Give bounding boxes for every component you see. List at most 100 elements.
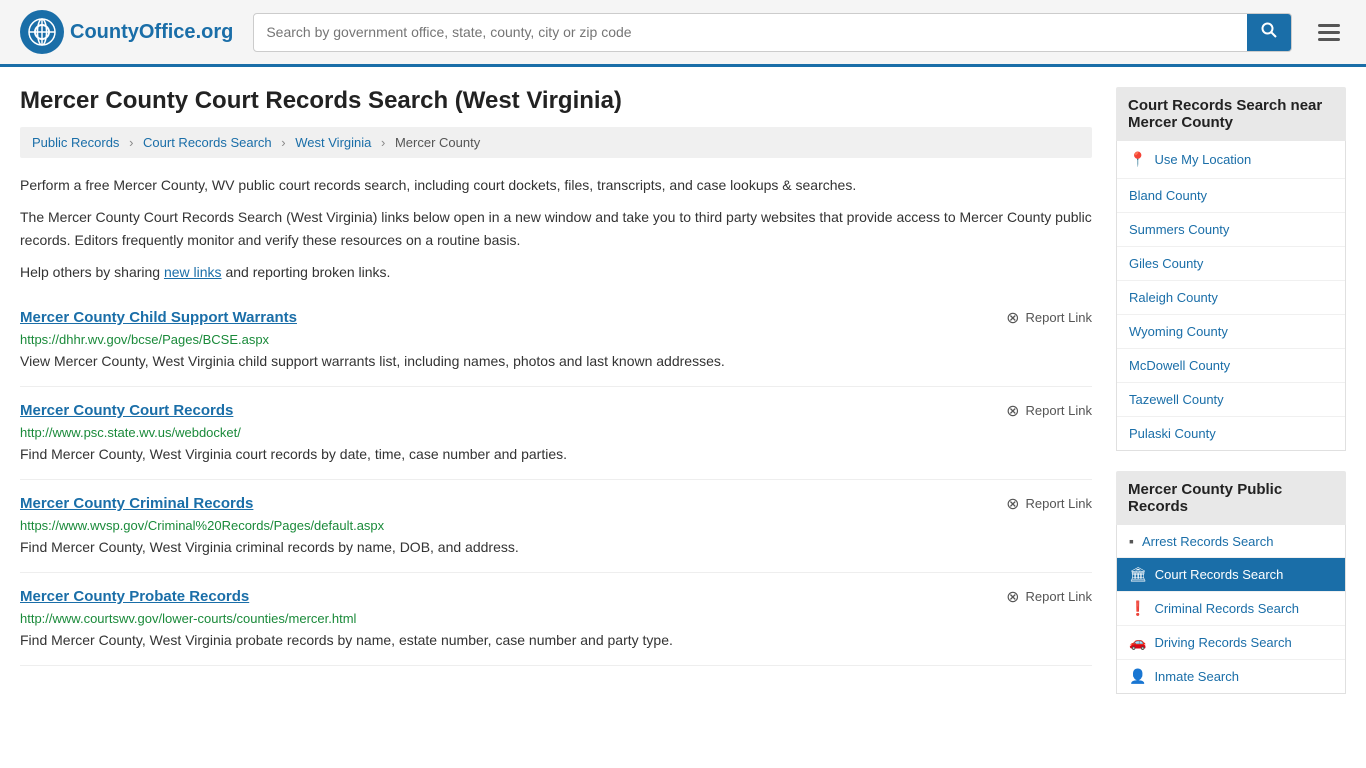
public-records-item[interactable]: 👤 Inmate Search (1117, 660, 1345, 693)
nearby-counties-items: Bland County Summers County Giles County Ra… (1117, 179, 1345, 450)
record-description: Find Mercer County, West Virginia crimin… (20, 537, 1092, 558)
record-title[interactable]: Mercer County Child Support Warrants (20, 309, 297, 326)
record-url[interactable]: https://dhhr.wv.gov/bcse/Pages/BCSE.aspx (20, 332, 1092, 347)
report-label: Report Link (1026, 589, 1092, 604)
record-url[interactable]: https://www.wvsp.gov/Criminal%20Records/… (20, 518, 1092, 533)
nearby-county-item[interactable]: Summers County (1117, 213, 1345, 247)
breadcrumb: Public Records › Court Records Search › … (20, 127, 1092, 158)
use-my-location[interactable]: 📍 Use My Location (1117, 141, 1345, 179)
record-type-icon: ▪ (1129, 533, 1134, 549)
record-type-label: Driving Records Search (1154, 635, 1291, 650)
record-type-icon: 👤 (1129, 668, 1146, 685)
nearby-county-link[interactable]: Raleigh County (1129, 290, 1218, 305)
public-records-list: ▪ Arrest Records Search 🏛 Court Records … (1116, 525, 1346, 694)
description-1: Perform a free Mercer County, WV public … (20, 174, 1092, 196)
nearby-county-link[interactable]: Tazewell County (1129, 392, 1224, 407)
public-records-item[interactable]: ❗ Criminal Records Search (1117, 592, 1345, 626)
menu-line (1318, 31, 1340, 34)
search-button[interactable] (1247, 14, 1291, 51)
nearby-county-link[interactable]: Giles County (1129, 256, 1203, 271)
nearby-county-item[interactable]: Giles County (1117, 247, 1345, 281)
page-content: Mercer County Court Records Search (West… (0, 67, 1366, 734)
report-icon: ⊗ (1006, 587, 1019, 607)
breadcrumb-separator: › (381, 135, 385, 150)
public-records-section: Mercer County Public Records ▪ Arrest Re… (1116, 471, 1346, 694)
record-description: Find Mercer County, West Virginia court … (20, 444, 1092, 465)
record-header: Mercer County Criminal Records ⊗ Report … (20, 494, 1092, 514)
logo-text: CountyOffice.org (70, 21, 233, 44)
menu-line (1318, 24, 1340, 27)
report-link-button[interactable]: ⊗ Report Link (1006, 494, 1092, 514)
nearby-counties-header: Court Records Search near Mercer County (1116, 87, 1346, 141)
nearby-counties-section: Court Records Search near Mercer County … (1116, 87, 1346, 451)
record-type-label: Court Records Search (1155, 567, 1284, 582)
breadcrumb-public-records[interactable]: Public Records (32, 135, 119, 150)
breadcrumb-court-records[interactable]: Court Records Search (143, 135, 272, 150)
public-records-item[interactable]: 🏛 Court Records Search (1117, 558, 1345, 592)
report-link-button[interactable]: ⊗ Report Link (1006, 587, 1092, 607)
breadcrumb-separator: › (281, 135, 285, 150)
use-location-link[interactable]: Use My Location (1154, 152, 1251, 167)
record-description: Find Mercer County, West Virginia probat… (20, 630, 1092, 651)
report-label: Report Link (1026, 310, 1092, 325)
nearby-county-link[interactable]: Bland County (1129, 188, 1207, 203)
breadcrumb-state[interactable]: West Virginia (295, 135, 371, 150)
record-title[interactable]: Mercer County Court Records (20, 402, 233, 419)
record-type-icon: 🏛 (1129, 566, 1147, 583)
search-bar (253, 13, 1292, 52)
record-description: View Mercer County, West Virginia child … (20, 351, 1092, 372)
record-type-label: Inmate Search (1154, 669, 1239, 684)
public-records-header: Mercer County Public Records (1116, 471, 1346, 525)
nearby-county-item[interactable]: Wyoming County (1117, 315, 1345, 349)
site-logo[interactable]: CountyOffice.org (20, 10, 233, 54)
record-type-label: Arrest Records Search (1142, 534, 1274, 549)
record-header: Mercer County Probate Records ⊗ Report L… (20, 587, 1092, 607)
record-type-label: Criminal Records Search (1154, 601, 1299, 616)
nearby-counties-list: 📍 Use My Location Bland County Summers Co… (1116, 141, 1346, 451)
record-header: Mercer County Court Records ⊗ Report Lin… (20, 401, 1092, 421)
nearby-county-item[interactable]: McDowell County (1117, 349, 1345, 383)
report-icon: ⊗ (1006, 494, 1019, 514)
nearby-county-link[interactable]: Summers County (1129, 222, 1229, 237)
page-title: Mercer County Court Records Search (West… (20, 87, 1092, 115)
record-title[interactable]: Mercer County Criminal Records (20, 495, 253, 512)
nearby-county-item[interactable]: Raleigh County (1117, 281, 1345, 315)
record-entry: Mercer County Criminal Records ⊗ Report … (20, 480, 1092, 573)
new-links-link[interactable]: new links (164, 264, 222, 280)
record-entry: Mercer County Probate Records ⊗ Report L… (20, 573, 1092, 666)
report-icon: ⊗ (1006, 308, 1019, 328)
nearby-county-link[interactable]: Pulaski County (1129, 426, 1216, 441)
nearby-county-link[interactable]: Wyoming County (1129, 324, 1228, 339)
sidebar: Court Records Search near Mercer County … (1116, 87, 1346, 714)
record-type-icon: ❗ (1129, 600, 1146, 617)
breadcrumb-separator: › (129, 135, 133, 150)
record-type-icon: 🚗 (1129, 634, 1146, 651)
nearby-county-link[interactable]: McDowell County (1129, 358, 1230, 373)
record-url[interactable]: http://www.courtswv.gov/lower-courts/cou… (20, 611, 1092, 626)
records-list: Mercer County Child Support Warrants ⊗ R… (20, 294, 1092, 666)
report-link-button[interactable]: ⊗ Report Link (1006, 401, 1092, 421)
main-content: Mercer County Court Records Search (West… (20, 87, 1092, 714)
public-records-item[interactable]: 🚗 Driving Records Search (1117, 626, 1345, 660)
report-link-button[interactable]: ⊗ Report Link (1006, 308, 1092, 328)
description-3: Help others by sharing new links and rep… (20, 261, 1092, 283)
menu-line (1318, 38, 1340, 41)
public-records-item[interactable]: ▪ Arrest Records Search (1117, 525, 1345, 558)
pin-icon: 📍 (1129, 151, 1146, 168)
breadcrumb-current: Mercer County (395, 135, 480, 150)
description-2: The Mercer County Court Records Search (… (20, 206, 1092, 251)
logo-icon (20, 10, 64, 54)
record-header: Mercer County Child Support Warrants ⊗ R… (20, 308, 1092, 328)
nearby-county-item[interactable]: Tazewell County (1117, 383, 1345, 417)
report-label: Report Link (1026, 403, 1092, 418)
record-url[interactable]: http://www.psc.state.wv.us/webdocket/ (20, 425, 1092, 440)
record-title[interactable]: Mercer County Probate Records (20, 588, 249, 605)
report-label: Report Link (1026, 496, 1092, 511)
nearby-county-item[interactable]: Bland County (1117, 179, 1345, 213)
report-icon: ⊗ (1006, 401, 1019, 421)
record-entry: Mercer County Court Records ⊗ Report Lin… (20, 387, 1092, 480)
nearby-county-item[interactable]: Pulaski County (1117, 417, 1345, 450)
record-entry: Mercer County Child Support Warrants ⊗ R… (20, 294, 1092, 387)
search-input[interactable] (254, 16, 1247, 48)
hamburger-menu-button[interactable] (1312, 18, 1346, 47)
